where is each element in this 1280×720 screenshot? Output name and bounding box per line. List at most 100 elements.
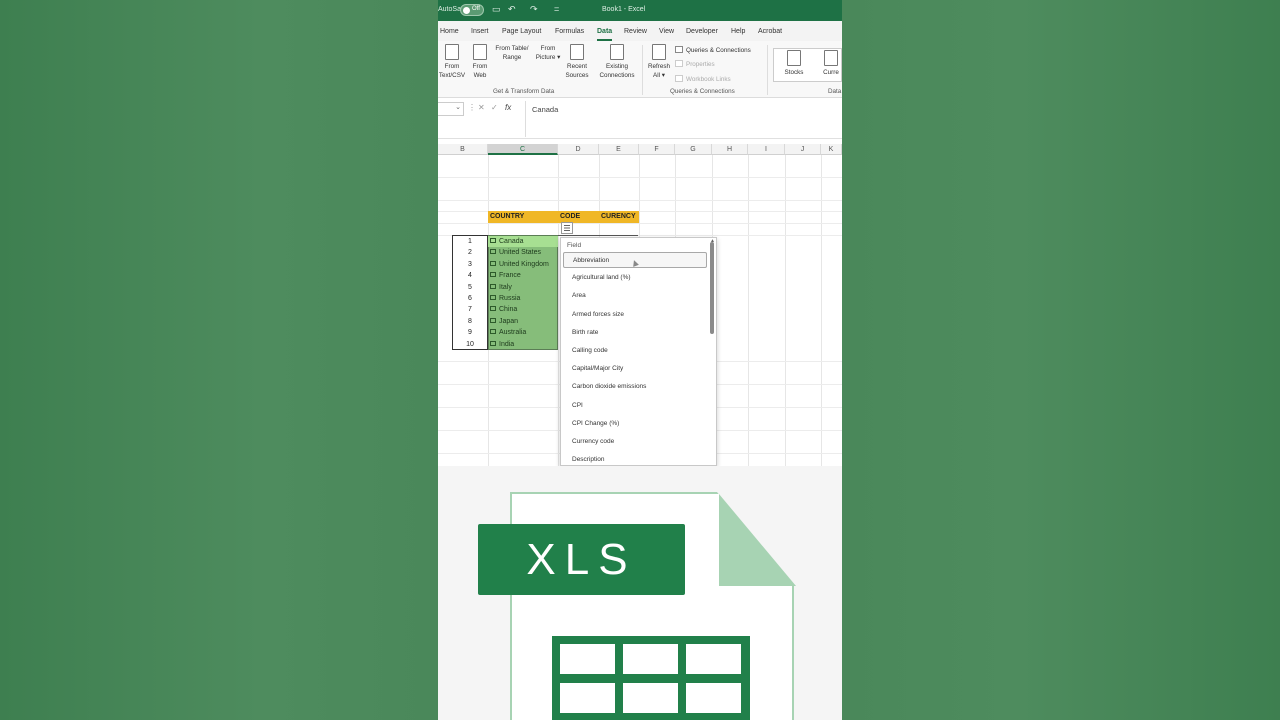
background-left (0, 0, 438, 720)
field-option[interactable]: Carbon dioxide emissions (563, 379, 707, 395)
country-cell[interactable]: Italy (488, 282, 558, 293)
redo-icon[interactable]: ↷ (530, 4, 538, 15)
field-option[interactable]: Armed forces size (563, 307, 707, 323)
row-number: 1 (468, 238, 472, 245)
grid-cell-icon (560, 644, 615, 674)
tab-home[interactable]: Home (440, 28, 459, 35)
excel-screenshot-panel: AutoSave Off ▭ ↶ ↷ = Book1 - Excel Home … (438, 0, 842, 720)
column-header-d[interactable]: D (558, 144, 599, 155)
autosave-toggle[interactable]: Off (460, 4, 484, 16)
recent-sources-icon (570, 44, 584, 60)
country-cell[interactable]: Russia (488, 293, 558, 304)
worksheet-grid[interactable]: B C D E F G H I J K COUNTRY CODE CURENCY (438, 144, 842, 466)
field-option[interactable]: Capital/Major City (563, 361, 707, 377)
field-option[interactable]: CPI Change (%) (563, 416, 707, 432)
column-header-f[interactable]: F (639, 144, 675, 155)
map-icon (490, 272, 496, 278)
existing-connections-label: Existing Connections (599, 63, 635, 79)
gridline (821, 155, 822, 466)
column-header-g[interactable]: G (675, 144, 712, 155)
cancel-icon[interactable]: ✕ (478, 103, 485, 112)
column-header-k[interactable]: K (821, 144, 842, 155)
window-title: Book1 - Excel (602, 6, 646, 13)
workbook-links-button[interactable]: Workbook Links (675, 75, 731, 83)
tab-formulas[interactable]: Formulas (555, 28, 584, 35)
gridline (785, 155, 786, 466)
from-table-range-button[interactable]: From Table/ Range (493, 44, 531, 204)
country-cell[interactable]: Canada (488, 236, 558, 248)
data-types-group-label: Data (828, 88, 842, 95)
xls-illustration: XLS (438, 466, 842, 720)
tab-data[interactable]: Data (597, 28, 613, 41)
refresh-all-button[interactable]: Refresh All ▾ (646, 44, 672, 80)
enter-icon[interactable]: ✓ (491, 103, 498, 112)
country-name: United States (499, 249, 542, 257)
insert-data-icon[interactable] (561, 222, 573, 234)
page-fold-icon (719, 494, 796, 586)
name-box[interactable]: ⌄ (438, 102, 464, 116)
data-ribbon: From Text/CSV From Web From Table/ Range… (438, 41, 842, 204)
currencies-button[interactable]: Curre (819, 44, 842, 77)
dropdown-scrollbar[interactable] (710, 242, 714, 334)
column-header-e[interactable]: E (599, 144, 639, 155)
insert-function-button[interactable]: fx (505, 103, 511, 112)
queries-connections-label: Queries & Connections (686, 47, 751, 54)
field-option[interactable]: Agricultural land (%) (563, 270, 707, 286)
currencies-label: Curre (823, 69, 839, 76)
spreadsheet-grid-icon (552, 636, 750, 720)
tab-acrobat[interactable]: Acrobat (758, 28, 782, 35)
country-cell[interactable]: United Kingdom (488, 259, 558, 270)
formula-bar: ⌄ ⋮ ✕ ✓ fx Canada (438, 99, 842, 139)
from-table-range-label: From Table/ Range (495, 45, 529, 61)
field-option[interactable]: CPI (563, 398, 707, 414)
map-icon (490, 329, 496, 335)
stocks-bank-icon (787, 50, 801, 66)
field-option[interactable]: Calling code (563, 343, 707, 359)
field-option[interactable]: Currency code (563, 434, 707, 450)
column-header-b[interactable]: B (438, 144, 488, 155)
country-cell[interactable]: France (488, 270, 558, 281)
queries-connections-button[interactable]: Queries & Connections (675, 46, 751, 54)
country-cell[interactable]: India (488, 339, 558, 350)
customize-toolbar-icon[interactable]: = (554, 4, 559, 14)
recent-sources-button[interactable]: Recent Sources (564, 44, 590, 80)
tab-review[interactable]: Review (624, 28, 647, 35)
from-text-csv-button[interactable]: From Text/CSV (438, 44, 466, 80)
row-number: 7 (468, 306, 472, 314)
header-cell-country[interactable]: COUNTRY (488, 211, 558, 223)
properties-button[interactable]: Properties (675, 60, 715, 68)
autosave-state: Off (472, 6, 480, 12)
gridline (558, 155, 559, 466)
column-header-h[interactable]: H (712, 144, 748, 155)
column-header-i[interactable]: I (748, 144, 785, 155)
header-cell-currency[interactable]: CURENCY (599, 211, 639, 223)
more-options-icon: ⋮ (468, 103, 476, 112)
column-header-j[interactable]: J (785, 144, 821, 155)
country-cell[interactable]: Japan (488, 316, 558, 327)
formula-input[interactable] (525, 101, 842, 137)
tab-insert[interactable]: Insert (471, 28, 489, 35)
country-name: Russia (499, 295, 521, 302)
tab-developer[interactable]: Developer (686, 28, 718, 35)
undo-icon[interactable]: ↶ (508, 4, 516, 15)
country-name: Australia (499, 329, 527, 337)
background-right (842, 0, 1280, 720)
country-cell[interactable]: China (488, 304, 558, 315)
tab-help[interactable]: Help (731, 28, 745, 35)
field-option[interactable]: Area (563, 288, 707, 304)
tab-view[interactable]: View (659, 28, 674, 35)
map-icon (490, 306, 496, 312)
save-icon[interactable]: ▭ (492, 4, 501, 15)
from-picture-button[interactable]: From Picture ▾ (533, 44, 563, 204)
name-box-dropdown-icon: ⌄ (455, 104, 461, 111)
country-cell[interactable]: Australia (488, 327, 558, 338)
field-option[interactable]: Birth rate (563, 325, 707, 341)
stocks-button[interactable]: Stocks (781, 44, 807, 77)
existing-connections-button[interactable]: Existing Connections (596, 44, 638, 80)
row-number: 4 (468, 272, 472, 280)
country-name: Canada (499, 238, 524, 245)
tab-page-layout[interactable]: Page Layout (502, 28, 541, 35)
column-header-c[interactable]: C (488, 144, 558, 155)
country-cell[interactable]: United States (488, 247, 558, 258)
from-web-button[interactable]: From Web (469, 44, 491, 80)
